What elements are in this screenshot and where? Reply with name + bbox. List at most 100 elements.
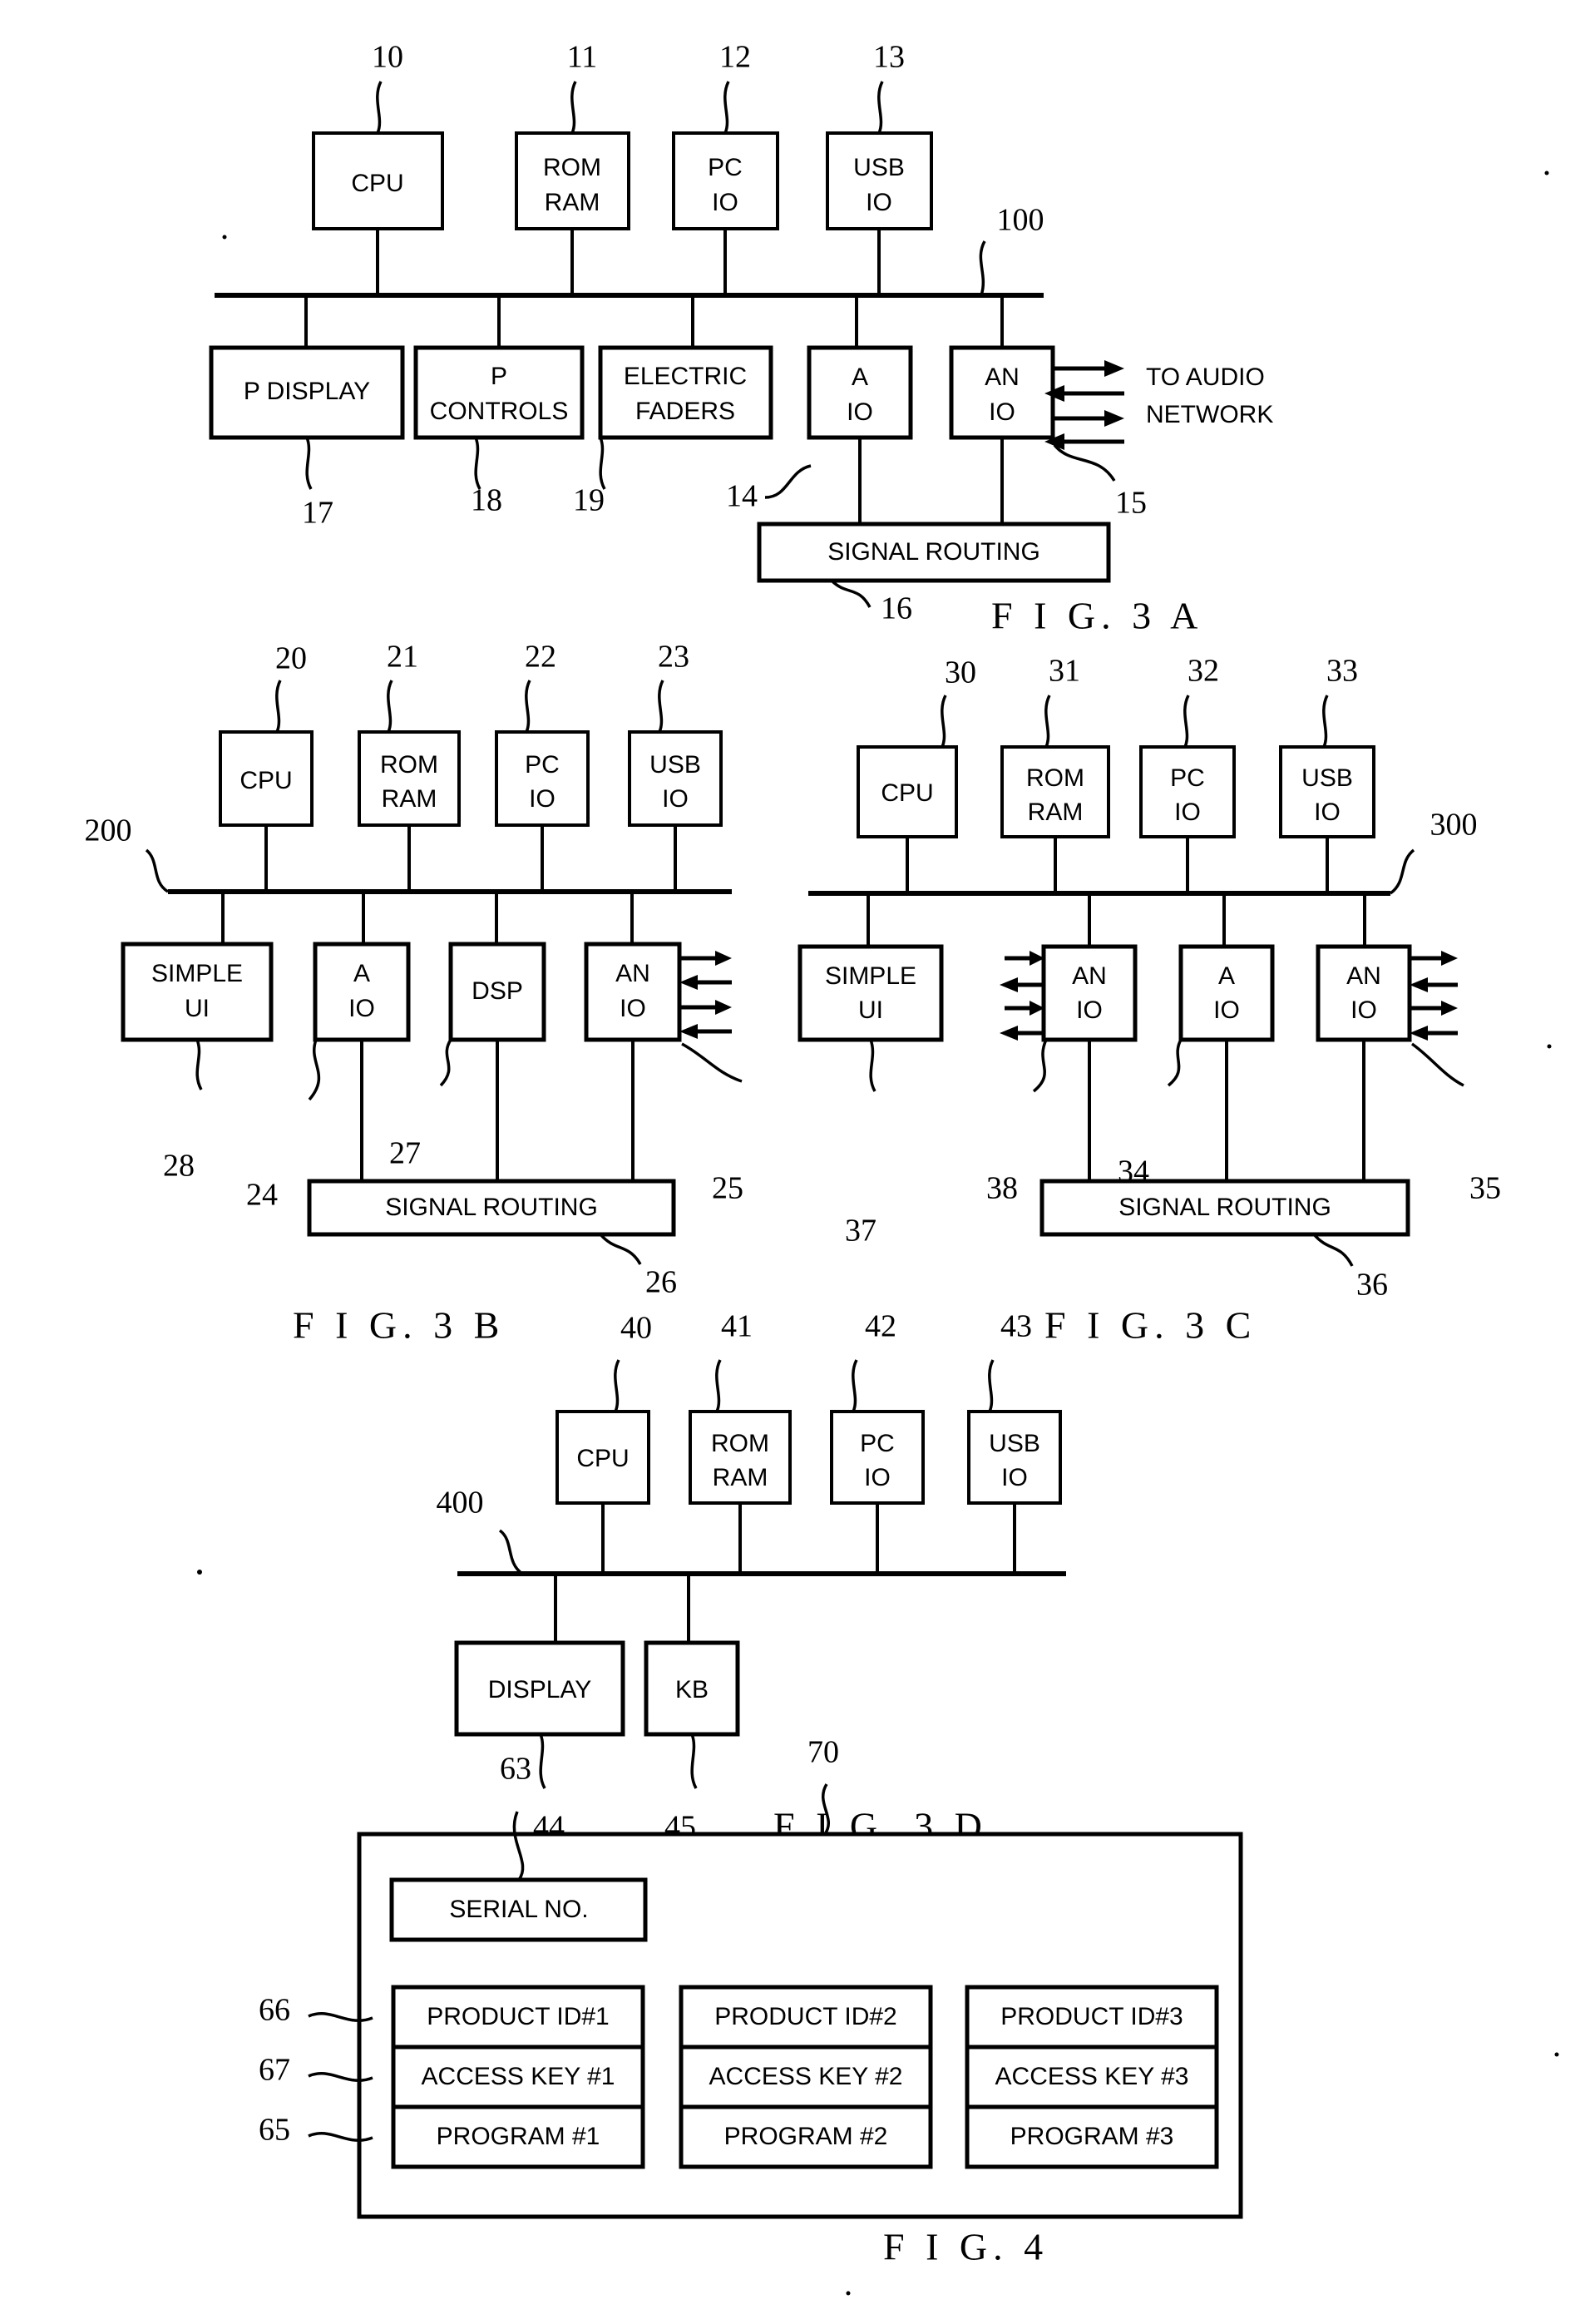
fig3b-leader-25 — [681, 1042, 743, 1083]
fig3a-block-pcio-label-1: PC — [708, 154, 743, 181]
fig3c-ref-37: 37 — [845, 1214, 876, 1249]
fig3d-ref-40: 40 — [620, 1311, 652, 1346]
fig3c-block-romram-label-1: ROM — [1026, 764, 1084, 792]
fig3b-block-simpleui-label-1: SIMPLE — [151, 960, 243, 987]
fig3b-ref-22: 22 — [525, 640, 556, 675]
figure-3c: CPU ROM RAM PC IO USB IO 30 31 32 33 300… — [797, 654, 1501, 1347]
fig3c-leader-35 — [1410, 1042, 1464, 1087]
fig4-cell-product-id-3-label: PRODUCT ID#3 — [1000, 2003, 1183, 2030]
figure-3b: CPU ROM RAM PC IO USB IO 20 21 22 23 200… — [85, 640, 744, 1347]
fig4-cell-product-id-2-label: PRODUCT ID#2 — [714, 2003, 897, 2030]
fig4-ref-70: 70 — [807, 1735, 839, 1770]
fig3c-leader-34 — [1167, 1039, 1183, 1087]
fig3b-leader-26 — [599, 1233, 642, 1265]
fig3c-leader-300 — [1389, 848, 1415, 895]
fig3a-ref-11: 11 — [567, 40, 598, 75]
fig3b-network-arrows — [679, 951, 732, 1039]
fig3a-ref-100: 100 — [997, 203, 1044, 238]
fig3a-ref-15: 15 — [1115, 486, 1147, 521]
fig3c-block-anio-left-label-2: IO — [1076, 996, 1103, 1024]
fig4-serial-no-label: SERIAL NO. — [449, 1896, 588, 1923]
fig3b-leader-22 — [525, 680, 531, 733]
fig4-cell-access-key-3-label: ACCESS KEY #3 — [995, 2063, 1189, 2090]
fig3d-block-cpu-label: CPU — [576, 1445, 629, 1472]
scan-artifact-dot — [1544, 171, 1549, 176]
fig3a-network-label-2: NETWORK — [1146, 401, 1273, 428]
fig3c-ref-38: 38 — [986, 1171, 1018, 1206]
scan-artifact-dot — [222, 235, 227, 240]
figures-canvas: CPU ROM RAM PC IO USB IO 10 11 12 13 100 — [85, 40, 1559, 2296]
fig3c-ref-300: 300 — [1430, 808, 1478, 843]
scan-artifact-dot — [1547, 1044, 1552, 1049]
fig3b-leader-24 — [308, 1039, 321, 1101]
fig3b-block-signal-routing-label: SIGNAL ROUTING — [385, 1194, 598, 1221]
fig3d-leader-42 — [852, 1359, 858, 1412]
fig3a-leader-100 — [979, 240, 986, 296]
fig3b-ref-21: 21 — [387, 640, 418, 675]
fig4-ref-65: 65 — [259, 2113, 290, 2148]
fig3c-block-aio-label-2: IO — [1213, 996, 1240, 1024]
fig3b-leader-200 — [145, 848, 170, 893]
fig3d-block-usbio-label-2: IO — [1001, 1464, 1028, 1491]
fig3b-block-usbio-label-2: IO — [662, 785, 689, 813]
fig3c-ref-33: 33 — [1326, 654, 1358, 689]
fig3c-block-anio-right — [1316, 944, 1412, 1042]
fig3a-block-pdisplay-label: P DISPLAY — [244, 378, 370, 405]
fig3b-block-anio-label-2: IO — [620, 995, 646, 1022]
fig3c-block-cpu-label: CPU — [881, 779, 933, 807]
fig3b-leader-23 — [658, 680, 664, 733]
fig3d-block-pcio-label-1: PC — [860, 1430, 895, 1457]
fig3a-ref-16: 16 — [881, 591, 912, 626]
fig3d-ref-42: 42 — [865, 1309, 896, 1344]
fig3a-leader-13 — [877, 81, 884, 134]
fig3d-ref-43: 43 — [1000, 1309, 1032, 1344]
fig3c-block-anio-left-label-1: AN — [1072, 962, 1107, 990]
fig3a-block-signal-routing-label: SIGNAL ROUTING — [827, 538, 1040, 566]
scan-artifact-dot — [846, 2291, 851, 2296]
fig3a-leader-15 — [1053, 443, 1116, 482]
fig3c-block-pcio-label-1: PC — [1170, 764, 1205, 792]
patent-drawing-sheet: CPU ROM RAM PC IO USB IO 10 11 12 13 100 — [0, 0, 1590, 2324]
fig3b-block-romram-label-2: RAM — [382, 785, 437, 813]
fig3d-leader-400 — [498, 1529, 524, 1575]
fig3c-block-usbio-label-2: IO — [1314, 799, 1341, 826]
fig3b-ref-28: 28 — [163, 1149, 195, 1184]
fig3d-block-kb-label: KB — [675, 1676, 709, 1703]
fig3b-leader-28 — [195, 1039, 203, 1090]
fig4-cell-access-key-1-label: ACCESS KEY #1 — [422, 2063, 615, 2090]
fig3a-leader-12 — [723, 81, 730, 134]
fig3a-block-usbio-label-1: USB — [853, 154, 905, 181]
fig3a-block-romram-label-2: RAM — [545, 189, 600, 216]
fig3d-leader-45 — [690, 1733, 698, 1789]
fig3d-block-usbio-label-1: USB — [989, 1430, 1040, 1457]
fig3c-leader-37 — [869, 1039, 876, 1092]
fig3d-leader-40 — [614, 1359, 620, 1412]
fig3b-block-cpu-label: CPU — [239, 767, 292, 794]
fig3c-block-anio-left — [1041, 944, 1138, 1042]
fig3b-block-aio-label-1: A — [353, 960, 370, 987]
fig3b-leader-27 — [439, 1039, 452, 1087]
fig3a-block-cpu-label: CPU — [351, 170, 403, 197]
fig4-caption: F I G. 4 — [883, 2226, 1049, 2268]
fig3a-ref-12: 12 — [719, 40, 751, 75]
fig3a-block-aio-label-2: IO — [847, 398, 873, 426]
fig4-cell-access-key-2-label: ACCESS KEY #2 — [709, 2063, 903, 2090]
fig3c-ref-36: 36 — [1356, 1268, 1388, 1303]
scan-artifact-dot — [1554, 2052, 1559, 2057]
fig3a-leader-18 — [474, 437, 481, 490]
fig3c-ref-30: 30 — [945, 655, 976, 690]
fig3b-block-simpleui — [121, 942, 274, 1042]
fig3b-ref-26: 26 — [645, 1265, 677, 1300]
fig3d-block-display-label: DISPLAY — [488, 1676, 592, 1703]
fig3a-leader-19 — [599, 437, 606, 490]
fig3d-block-romram-label-2: RAM — [713, 1464, 768, 1491]
fig3d-ref-400: 400 — [437, 1486, 484, 1520]
fig3c-block-simpleui — [797, 944, 944, 1042]
fig3d-ref-41: 41 — [721, 1309, 753, 1344]
fig3a-network-arrows — [1044, 360, 1124, 450]
fig3c-block-pcio-label-2: IO — [1174, 799, 1201, 826]
fig4-ref-66: 66 — [259, 1993, 290, 2028]
fig3a-leader-17 — [305, 437, 313, 490]
fig3b-block-dsp-label: DSP — [472, 977, 523, 1005]
fig3c-block-aio-label-1: A — [1218, 962, 1235, 990]
